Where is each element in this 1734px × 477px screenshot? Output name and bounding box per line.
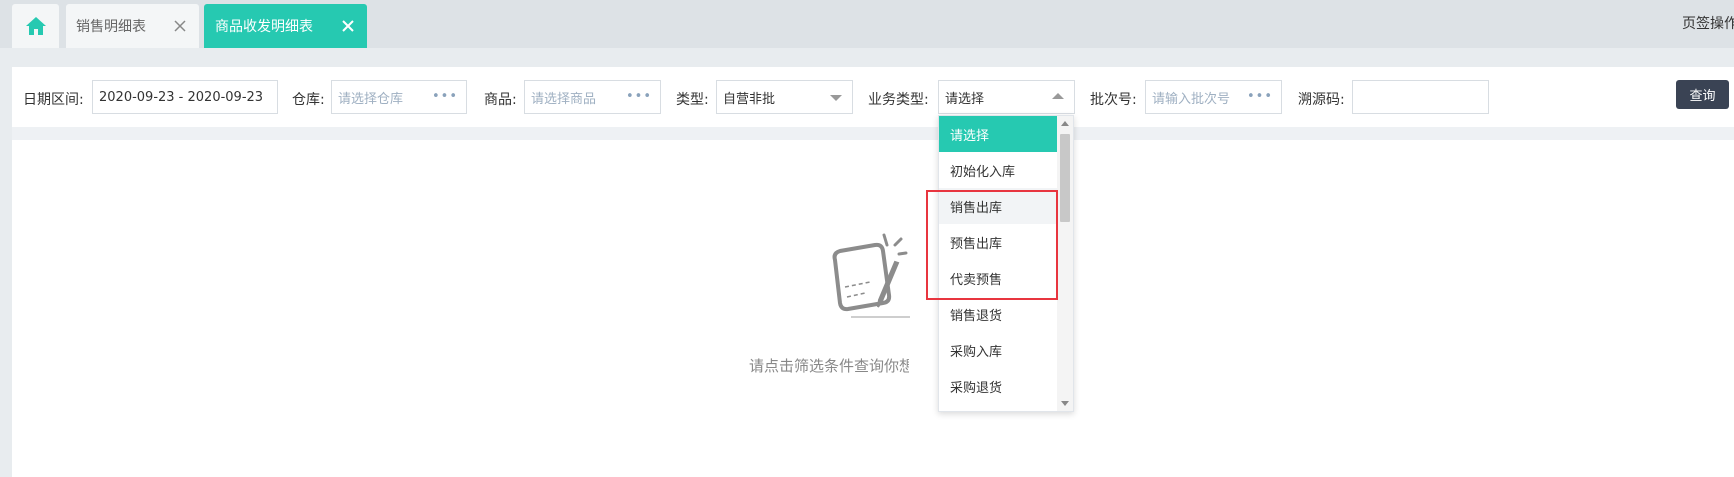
chevron-down-icon: [830, 95, 842, 101]
more-icon[interactable]: •••: [626, 89, 652, 104]
tab-goods-detail[interactable]: 商品收发明细表: [204, 4, 367, 48]
goods-select[interactable]: 请选择商品 •••: [524, 80, 661, 114]
scroll-up-icon[interactable]: [1061, 121, 1069, 126]
warehouse-label: 仓库:: [292, 92, 325, 108]
divider: [12, 127, 1734, 140]
query-button[interactable]: 查询: [1676, 80, 1729, 109]
close-icon[interactable]: [170, 16, 190, 36]
dropdown-option-purchase-in[interactable]: 采购入库: [939, 332, 1057, 368]
empty-state-text: 请点击筛选条件查询你想: [749, 357, 909, 375]
business-type-label: 业务类型:: [868, 92, 929, 108]
dropdown-scrollbar[interactable]: [1057, 116, 1073, 411]
trace-code-input[interactable]: [1352, 80, 1489, 114]
tab-operations-menu[interactable]: 页签操作: [1682, 13, 1734, 33]
close-icon[interactable]: [338, 16, 358, 36]
warehouse-select[interactable]: 请选择仓库 •••: [331, 80, 467, 114]
dropdown-option-sales-return[interactable]: 销售退货: [939, 296, 1057, 332]
batch-number-input[interactable]: 请输入批次号 •••: [1145, 80, 1282, 114]
tab-bar: 销售明细表 商品收发明细表 页签操作: [0, 0, 1734, 48]
empty-document-icon: [832, 233, 910, 318]
trace-code-label: 溯源码:: [1298, 92, 1345, 108]
dropdown-option-please-select[interactable]: 请选择: [939, 116, 1057, 152]
scroll-down-icon[interactable]: [1061, 401, 1069, 406]
more-icon[interactable]: •••: [432, 89, 458, 104]
filter-bar: 日期区间: 2020-09-23 - 2020-09-23 仓库: 请选择仓库 …: [12, 67, 1734, 127]
business-type-select[interactable]: 请选择: [938, 80, 1075, 114]
date-range-input[interactable]: 2020-09-23 - 2020-09-23: [92, 80, 278, 114]
chevron-up-icon: [1052, 93, 1064, 99]
tab-home[interactable]: [12, 4, 59, 48]
date-range-label: 日期区间:: [23, 92, 84, 108]
more-icon[interactable]: •••: [1247, 89, 1273, 104]
goods-label: 商品:: [484, 92, 517, 108]
tab-sales-detail[interactable]: 销售明细表: [66, 4, 199, 48]
tab-goods-detail-label: 商品收发明细表: [215, 19, 313, 35]
scrollbar-thumb[interactable]: [1060, 134, 1070, 222]
dropdown-option-purchase-return[interactable]: 采购退货: [939, 368, 1057, 404]
dropdown-option-init-stock-in[interactable]: 初始化入库: [939, 152, 1057, 188]
batch-number-label: 批次号:: [1090, 92, 1137, 108]
highlight-annotation-box: [926, 190, 1058, 300]
type-label: 类型:: [676, 92, 709, 108]
tab-sales-detail-label: 销售明细表: [76, 19, 146, 35]
home-icon: [25, 17, 46, 35]
type-select[interactable]: 自营非批: [716, 80, 853, 114]
